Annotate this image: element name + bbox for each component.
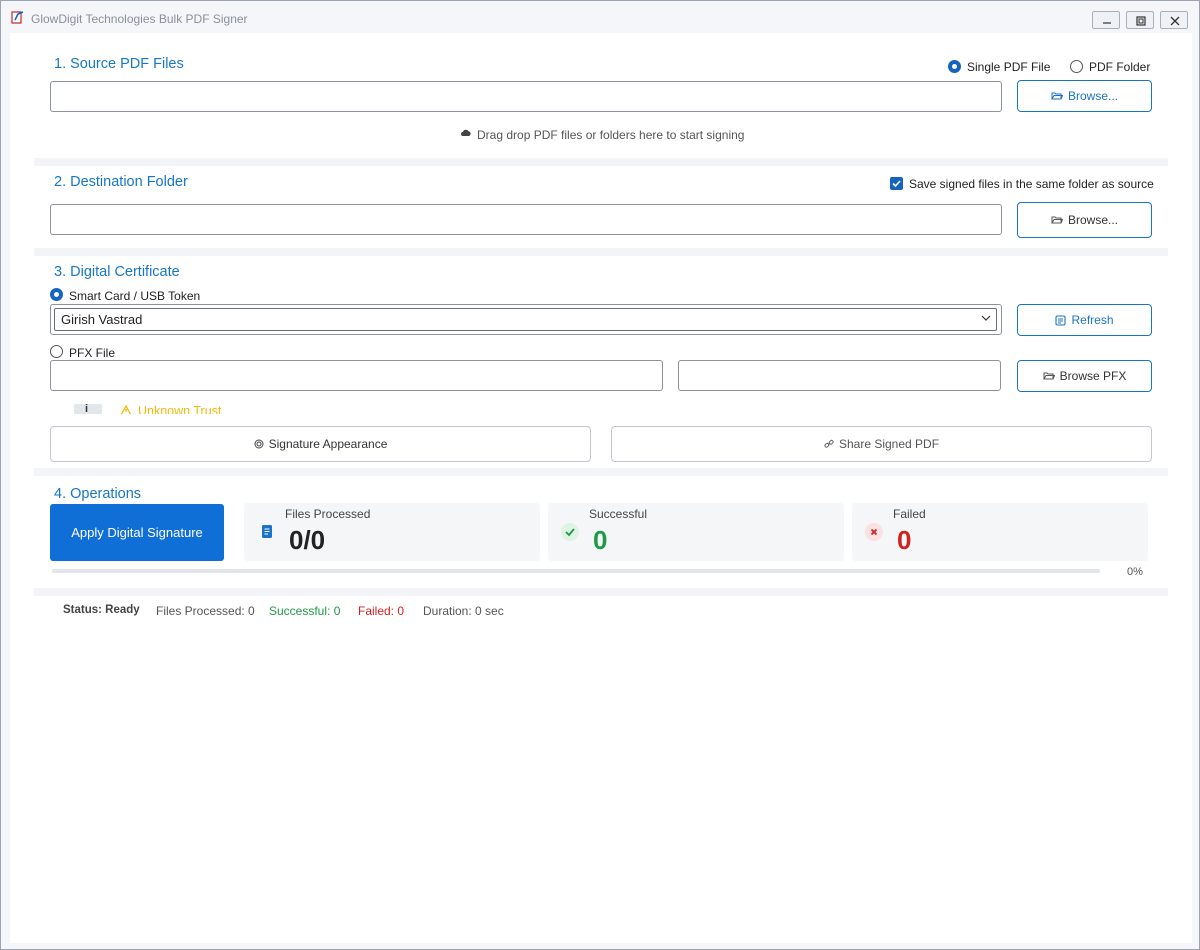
apply-signature-button[interactable]: Apply Digital Signature xyxy=(50,504,224,561)
divider xyxy=(34,158,1168,166)
failed-card: Failed 0 xyxy=(852,503,1148,561)
pdf-folder-radio[interactable] xyxy=(1070,60,1083,73)
share-signed-pdf-button[interactable]: Share Signed PDF xyxy=(611,426,1152,462)
successful-label: Successful xyxy=(589,507,648,521)
source-section-title: 1. Source PDF Files xyxy=(54,56,184,72)
window-title: GlowDigit Technologies Bulk PDF Signer xyxy=(31,12,248,26)
pdf-folder-label: PDF Folder xyxy=(1089,60,1151,74)
status-text: Status: Ready xyxy=(63,604,140,616)
source-browse-label: Browse... xyxy=(1067,89,1118,103)
refresh-label: Refresh xyxy=(1071,313,1114,327)
link-icon xyxy=(824,439,834,448)
destination-path-input[interactable] xyxy=(50,204,1002,235)
trust-indicator: Unknown Trust xyxy=(120,404,260,414)
status-files-processed: Files Processed: 0 xyxy=(156,604,255,618)
same-folder-checkbox[interactable] xyxy=(890,177,903,190)
folder-open-icon xyxy=(1042,372,1055,380)
pfx-radio[interactable] xyxy=(50,345,63,358)
restore-icon xyxy=(1136,16,1146,26)
close-icon xyxy=(1170,16,1180,26)
status-successful: Successful: 0 xyxy=(269,604,341,618)
share-signed-pdf-label: Share Signed PDF xyxy=(838,437,940,451)
app-window: GlowDigit Technologies Bulk PDF Signer 1… xyxy=(0,0,1200,950)
source-browse-button[interactable]: Browse... xyxy=(1017,80,1152,112)
successful-card: Successful 0 xyxy=(548,503,844,561)
client-area: 1. Source PDF Files Single PDF File PDF … xyxy=(10,33,1192,943)
failed-label: Failed xyxy=(893,507,926,521)
certificate-section: 3. Digital Certificate Smart Card / USB … xyxy=(34,256,1168,468)
close-button[interactable] xyxy=(1160,11,1188,29)
destination-section: 2. Destination Folder Save signed files … xyxy=(34,166,1168,248)
browse-pfx-label: Browse PFX xyxy=(1059,369,1127,383)
info-badge[interactable]: i xyxy=(74,404,102,414)
folder-open-icon xyxy=(1051,92,1063,100)
destination-section-title: 2. Destination Folder xyxy=(54,174,188,190)
minimize-icon xyxy=(1103,22,1111,24)
destination-browse-label: Browse... xyxy=(1067,213,1118,227)
app-logo-icon xyxy=(11,11,24,24)
apply-signature-label: Apply Digital Signature xyxy=(71,525,203,540)
check-icon xyxy=(892,180,901,188)
destination-browse-button[interactable]: Browse... xyxy=(1017,202,1152,238)
source-path-input[interactable] xyxy=(50,81,1002,112)
folder-open-icon xyxy=(1051,216,1063,224)
signature-appearance-label: Signature Appearance xyxy=(268,437,388,451)
operations-section-title: 4. Operations xyxy=(54,486,142,502)
successful-value: 0 xyxy=(593,525,608,555)
progress-bar xyxy=(52,569,1100,573)
files-processed-card: Files Processed 0/0 xyxy=(244,503,540,561)
single-pdf-radio[interactable] xyxy=(948,60,961,73)
refresh-icon xyxy=(1055,314,1067,326)
drop-hint: Drag drop PDF files or folders here to s… xyxy=(477,128,745,142)
smartcard-label: Smart Card / USB Token xyxy=(69,289,201,303)
pfx-password-input[interactable] xyxy=(678,360,1001,391)
divider xyxy=(34,588,1168,596)
title-bar: GlowDigit Technologies Bulk PDF Signer xyxy=(1,1,1199,33)
smartcard-radio[interactable] xyxy=(50,288,63,301)
refresh-button[interactable]: Refresh xyxy=(1017,304,1152,336)
status-duration: Duration: 0 sec xyxy=(423,604,504,618)
cloud-icon xyxy=(461,129,471,136)
maximize-button[interactable] xyxy=(1126,11,1154,29)
minimize-button[interactable] xyxy=(1092,11,1120,29)
source-section: 1. Source PDF Files Single PDF File PDF … xyxy=(34,45,1168,158)
divider xyxy=(34,468,1168,476)
chevron-down-icon xyxy=(981,315,991,321)
token-select[interactable]: Girish Vastrad xyxy=(50,304,1002,335)
info-icon: i xyxy=(85,404,89,414)
pfx-label: PFX File xyxy=(69,346,116,360)
check-circle-icon xyxy=(561,523,579,541)
certificate-section-title: 3. Digital Certificate xyxy=(54,264,180,280)
single-pdf-label: Single PDF File xyxy=(967,60,1051,74)
status-failed: Failed: 0 xyxy=(358,604,405,618)
status-panel xyxy=(34,596,1168,922)
files-processed-value: 0/0 xyxy=(289,525,326,555)
divider xyxy=(34,248,1168,256)
signature-appearance-button[interactable]: Signature Appearance xyxy=(50,426,591,462)
token-select-value: Girish Vastrad xyxy=(61,312,143,327)
document-icon xyxy=(262,525,272,538)
pfx-path-input[interactable] xyxy=(50,360,663,391)
files-processed-label: Files Processed xyxy=(285,507,371,521)
trust-label: Unknown Trust xyxy=(138,404,222,414)
browse-pfx-button[interactable]: Browse PFX xyxy=(1017,360,1152,392)
failed-value: 0 xyxy=(897,525,912,555)
palette-icon xyxy=(254,439,264,449)
progress-percent: 0% xyxy=(1127,566,1143,578)
same-folder-label: Save signed files in the same folder as … xyxy=(909,177,1154,191)
warning-icon xyxy=(120,405,132,414)
error-circle-icon xyxy=(865,523,883,541)
